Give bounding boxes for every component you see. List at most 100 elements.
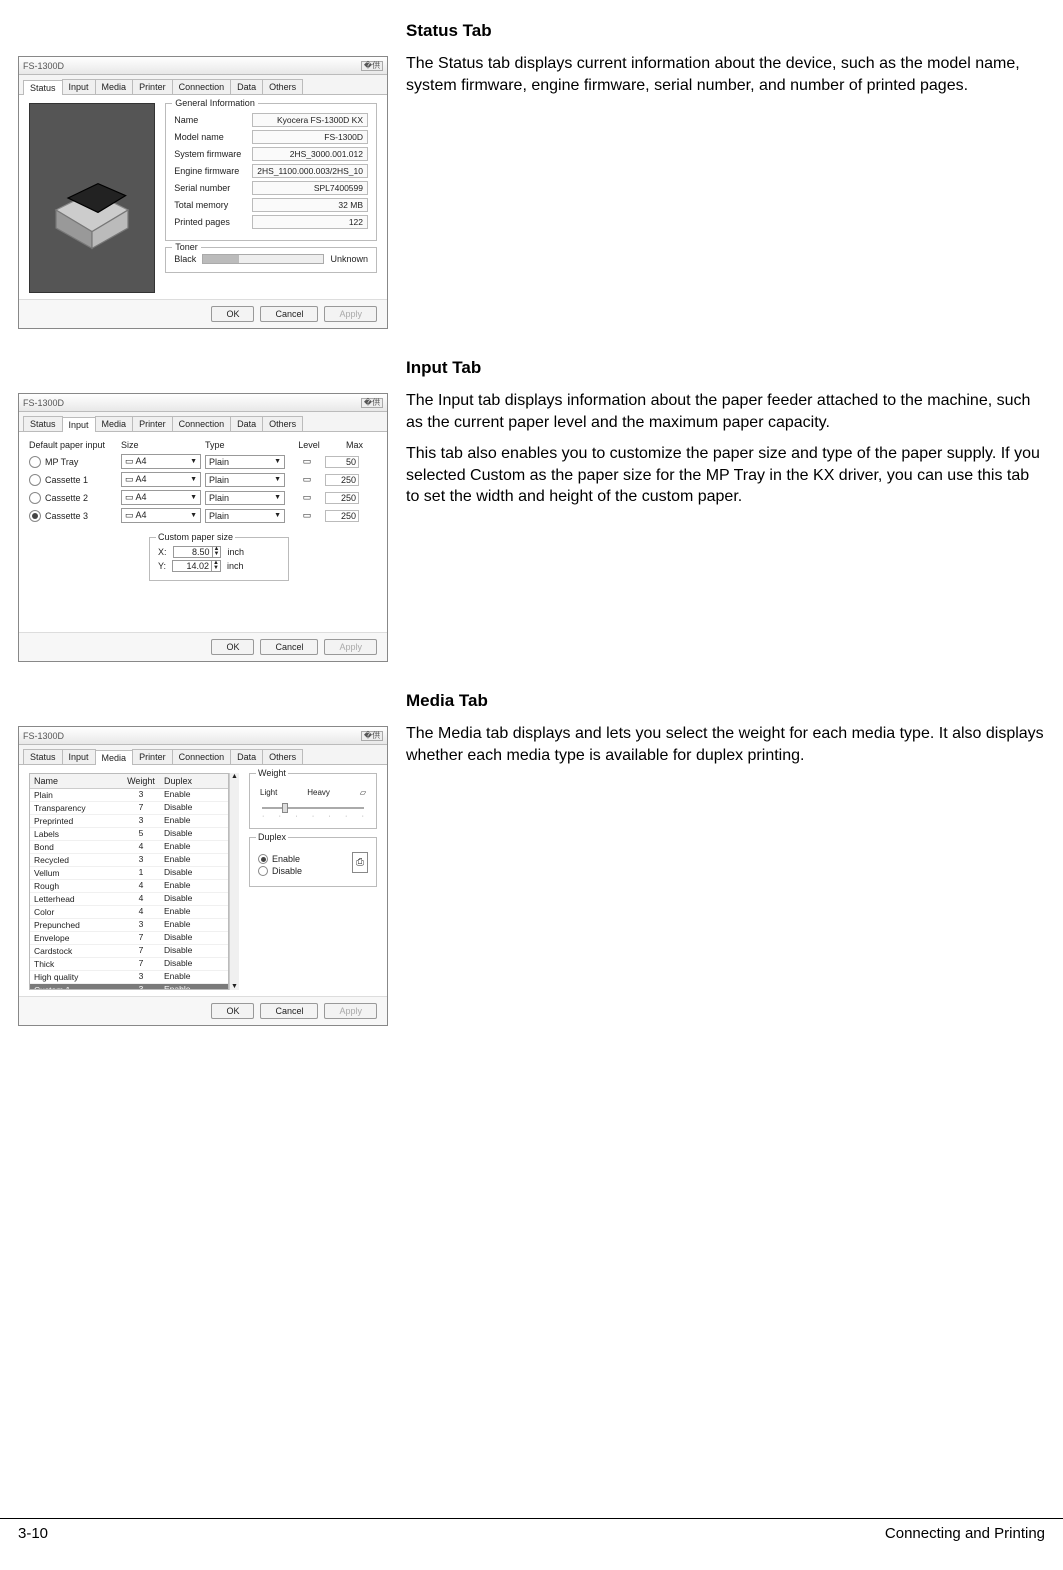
weight-group: Weight Light Heavy ▱ ······· [249,773,377,829]
media-row[interactable]: Cardstock7Disable [30,945,228,958]
cancel-button[interactable]: Cancel [260,1003,318,1019]
input-tray-row[interactable]: MP Tray▭ A4▼Plain▼▭50 [29,454,377,469]
mhdr-duplex: Duplex [164,774,220,788]
tab-connection[interactable]: Connection [172,749,232,764]
input-tray-row[interactable]: Cassette 1▭ A4▼Plain▼▭250 [29,472,377,487]
media-row[interactable]: Custom 13Enable [30,984,228,989]
radio-icon[interactable] [29,474,41,486]
media-row[interactable]: Letterhead4Disable [30,893,228,906]
hdr-size: Size [121,440,205,450]
media-row[interactable]: Recycled3Enable [30,854,228,867]
tab-media[interactable]: Media [95,416,134,431]
tab-input[interactable]: Input [62,749,96,764]
apply-button[interactable]: Apply [324,306,377,322]
value-sysfw: 2HS_3000.001.012 [252,147,368,161]
radio-icon[interactable] [29,510,41,522]
chevron-down-icon: ▼ [274,512,281,519]
radio-icon[interactable] [29,456,41,468]
tab-data[interactable]: Data [230,79,263,94]
chevron-down-icon: ▼ [274,458,281,465]
window-title: FS-1300D [23,398,64,408]
tab-status[interactable]: Status [23,416,63,431]
media-row[interactable]: Preprinted3Enable [30,815,228,828]
media-heading: Media Tab [406,690,1045,713]
size-combo[interactable]: ▭ A4▼ [121,472,201,487]
apply-button[interactable]: Apply [324,639,377,655]
media-row[interactable]: High quality3Enable [30,971,228,984]
media-row[interactable]: Transparency7Disable [30,802,228,815]
close-icon[interactable]: �供 [361,731,383,741]
duplex-disable-option[interactable]: Disable [258,866,302,876]
media-table[interactable]: Name Weight Duplex Plain3EnableTranspare… [29,773,229,990]
tab-status[interactable]: Status [23,80,63,95]
cancel-button[interactable]: Cancel [260,639,318,655]
tab-input[interactable]: Input [62,417,96,432]
tab-data[interactable]: Data [230,749,263,764]
duplex-enable-option[interactable]: Enable [258,854,302,864]
type-combo[interactable]: Plain▼ [205,491,285,505]
close-icon[interactable]: �供 [361,398,383,408]
window-title: FS-1300D [23,61,64,71]
size-combo[interactable]: ▭ A4▼ [121,454,201,469]
tab-printer[interactable]: Printer [132,749,173,764]
input-paragraph-1: The Input tab displays information about… [406,390,1045,433]
cancel-button[interactable]: Cancel [260,306,318,322]
custom-paper-legend: Custom paper size [156,532,235,542]
value-model: FS-1300D [252,130,368,144]
tab-others[interactable]: Others [262,416,303,431]
ok-button[interactable]: OK [211,639,254,655]
weight-heavy: Heavy [307,788,330,797]
tray-name: MP Tray [45,457,121,467]
titlebar: FS-1300D �供 [19,727,387,745]
scrollbar[interactable]: ▲▼ [229,773,239,990]
custom-y-spinner[interactable]: 14.02▲▼ [172,560,221,572]
type-combo[interactable]: Plain▼ [205,455,285,469]
close-icon[interactable]: �供 [361,61,383,71]
size-combo[interactable]: ▭ A4▼ [121,490,201,505]
radio-icon[interactable] [29,492,41,504]
input-tray-row[interactable]: Cassette 3▭ A4▼Plain▼▭250 [29,508,377,523]
media-row[interactable]: Plain3Enable [30,789,228,802]
value-engfw: 2HS_1100.000.003/2HS_10 [252,164,368,178]
weight-slider[interactable] [262,807,364,809]
media-row[interactable]: Prepunched3Enable [30,919,228,932]
tab-status[interactable]: Status [23,749,63,764]
tab-printer[interactable]: Printer [132,79,173,94]
tab-data[interactable]: Data [230,416,263,431]
media-row[interactable]: Color4Enable [30,906,228,919]
ok-button[interactable]: OK [211,1003,254,1019]
hdr-default: Default paper input [29,440,121,450]
custom-x-spinner[interactable]: 8.50▲▼ [173,546,222,558]
tab-input[interactable]: Input [62,79,96,94]
input-paragraph-2: This tab also enables you to customize t… [406,443,1045,508]
type-combo[interactable]: Plain▼ [205,509,285,523]
level-icon: ▭ [289,492,325,503]
custom-y-label: Y: [158,561,166,571]
tab-connection[interactable]: Connection [172,416,232,431]
max-value: 250 [325,492,359,504]
tab-others[interactable]: Others [262,749,303,764]
tab-others[interactable]: Others [262,79,303,94]
tab-media[interactable]: Media [95,750,134,765]
media-row[interactable]: Bond4Enable [30,841,228,854]
tab-media[interactable]: Media [95,79,134,94]
media-row[interactable]: Thick7Disable [30,958,228,971]
titlebar: FS-1300D �供 [19,394,387,412]
type-combo[interactable]: Plain▼ [205,473,285,487]
media-row[interactable]: Rough4Enable [30,880,228,893]
apply-button[interactable]: Apply [324,1003,377,1019]
status-heading: Status Tab [406,20,1045,43]
tab-connection[interactable]: Connection [172,79,232,94]
hdr-type: Type [205,440,289,450]
size-combo[interactable]: ▭ A4▼ [121,508,201,523]
tab-printer[interactable]: Printer [132,416,173,431]
media-row[interactable]: Vellum1Disable [30,867,228,880]
tabstrip: Status Input Media Printer Connection Da… [19,412,387,432]
media-row[interactable]: Labels5Disable [30,828,228,841]
level-icon: ▭ [289,474,325,485]
ok-button[interactable]: OK [211,306,254,322]
chevron-down-icon: ▼ [274,494,281,501]
mhdr-name: Name [30,774,118,788]
media-row[interactable]: Envelope7Disable [30,932,228,945]
input-tray-row[interactable]: Cassette 2▭ A4▼Plain▼▭250 [29,490,377,505]
